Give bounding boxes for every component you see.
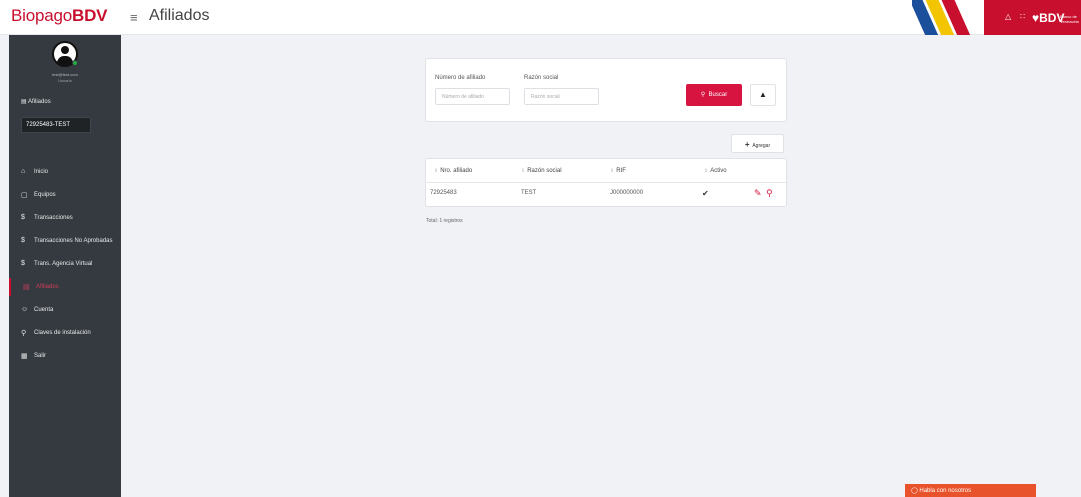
affiliate-number-label: Número de afiliado bbox=[435, 75, 486, 81]
fullscreen-icon[interactable]: ∷ bbox=[1020, 12, 1025, 21]
dollar-icon: $ bbox=[21, 260, 25, 267]
total-records: Total: 1 registros bbox=[426, 218, 463, 224]
company-input[interactable]: Razón social bbox=[524, 88, 599, 105]
chat-bubble-icon: ◯ bbox=[911, 488, 918, 494]
sidebar-item-inicio[interactable]: ⌂ Inicio bbox=[9, 163, 121, 181]
affiliate-number-input[interactable]: Número de afiliado bbox=[435, 88, 510, 105]
sidebar-item-transacciones-no-aprobadas[interactable]: $ Transacciones No Aprobadas bbox=[9, 232, 121, 250]
dollar-icon: $ bbox=[21, 214, 25, 221]
cell-rif: J000000000 bbox=[610, 190, 644, 196]
header-divider bbox=[426, 182, 788, 183]
sidebar-item-claves-de-instalacion[interactable]: ⚲ Claves de instalación bbox=[9, 324, 121, 342]
dollar-icon: $ bbox=[21, 237, 25, 244]
sidebar-item-transacciones[interactable]: $ Transacciones bbox=[9, 209, 121, 227]
user-email: test@test.com bbox=[52, 72, 78, 77]
plus-icon: + bbox=[744, 140, 750, 149]
user-icon: ☺ bbox=[21, 306, 29, 313]
bank-subtitle: Banco de Venezuela bbox=[1060, 14, 1079, 24]
chat-widget[interactable]: ◯ Habla con nosotros bbox=[905, 484, 1036, 497]
page-title: Afiliados bbox=[149, 7, 210, 24]
filter-card: Número de afiliado Número de afiliado Ra… bbox=[425, 58, 787, 122]
sidebar: test@test.com Usuario ▤ Afiliados 729254… bbox=[9, 35, 121, 497]
sidebar-item-trans-agencia-virtual[interactable]: $ Trans. Agencia Virtual bbox=[9, 255, 121, 273]
app-logo[interactable]: BiopagoBDV bbox=[11, 6, 107, 26]
top-bar: BiopagoBDV ≡ Afiliados △ ∷ ♥BDV Banco de… bbox=[0, 0, 1081, 35]
device-icon: ▢ bbox=[21, 192, 28, 199]
affiliate-selector[interactable]: 72925483-TEST bbox=[21, 117, 91, 133]
avatar[interactable] bbox=[52, 41, 78, 67]
sidebar-item-equipos[interactable]: ▢ Equipos bbox=[9, 186, 121, 204]
store-icon: ▤ bbox=[21, 99, 27, 105]
eraser-icon: ▲ bbox=[759, 90, 767, 99]
column-header-active[interactable]: ⇕ Activo bbox=[704, 168, 727, 174]
sort-icon: ⇕ bbox=[610, 168, 615, 174]
edit-icon[interactable]: ✎ bbox=[754, 188, 762, 199]
add-button[interactable]: + Agregar bbox=[731, 134, 784, 153]
home-icon: ⌂ bbox=[21, 168, 26, 175]
affiliates-heading: ▤ Afiliados bbox=[21, 99, 51, 105]
column-header-number[interactable]: ⇕ Nro. afiliado bbox=[434, 168, 472, 174]
bell-icon[interactable]: △ bbox=[1005, 12, 1011, 21]
exit-icon: ▦ bbox=[21, 353, 28, 360]
company-label: Razón social bbox=[524, 75, 559, 81]
cell-number: 72925483 bbox=[430, 190, 457, 196]
flag-stripes-decoration bbox=[912, 0, 984, 35]
user-role: Usuario bbox=[58, 78, 72, 83]
sort-icon: ⇕ bbox=[434, 168, 439, 174]
column-header-company[interactable]: ⇕ Razón social bbox=[521, 168, 562, 174]
store-icon: ▤ bbox=[23, 284, 30, 291]
check-icon: ✔ bbox=[702, 189, 709, 198]
sort-icon: ⇕ bbox=[521, 168, 526, 174]
sidebar-item-salir[interactable]: ▦ Salir bbox=[9, 347, 121, 365]
search-button[interactable]: ⚲ Buscar bbox=[686, 84, 742, 106]
clear-filters-button[interactable]: ▲ bbox=[750, 84, 776, 106]
sidebar-item-afiliados[interactable]: ▤ Afiliados bbox=[9, 278, 121, 296]
sort-icon: ⇕ bbox=[704, 168, 709, 174]
menu-toggle-icon[interactable]: ≡ bbox=[130, 10, 138, 25]
sidebar-item-cuenta[interactable]: ☺ Cuenta bbox=[9, 301, 121, 319]
cell-company: TEST bbox=[521, 190, 537, 196]
online-status-dot bbox=[72, 60, 78, 66]
key-icon: ⚲ bbox=[21, 330, 27, 337]
affiliates-table: ⇕ Nro. afiliado ⇕ Razón social ⇕ RIF ⇕ Activ… bbox=[425, 158, 788, 207]
column-header-rif[interactable]: ⇕ RIF bbox=[610, 168, 626, 174]
search-icon[interactable]: ⚲ bbox=[766, 188, 773, 199]
search-icon: ⚲ bbox=[700, 92, 706, 98]
